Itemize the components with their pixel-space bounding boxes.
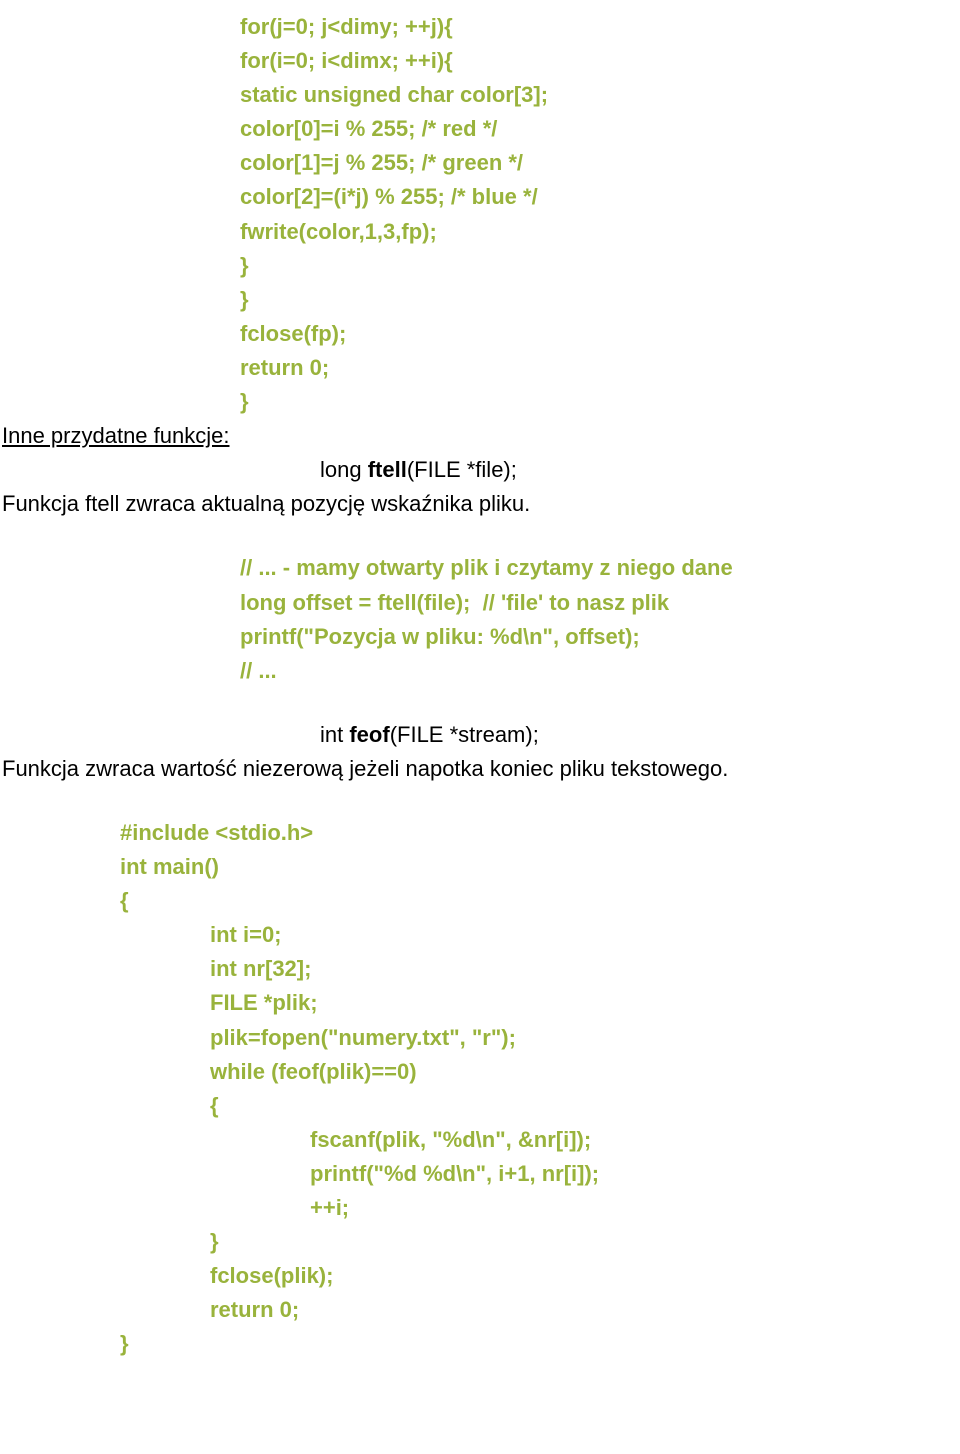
section-heading: Inne przydatne funkcje: [2,419,960,453]
code-line: color[0]=i % 255; /* red */ [240,112,960,146]
code-line: int main() [120,850,960,884]
function-signature-feof: int feof(FILE *stream); [320,718,960,752]
code-line: { [210,1089,960,1123]
code-line: } [120,1327,960,1361]
code-line: } [240,283,960,317]
code-line: FILE *plik; [210,986,960,1020]
code-line: color[1]=j % 255; /* green */ [240,146,960,180]
code-line: int i=0; [210,918,960,952]
sig-pre: long [320,457,368,482]
sig-func: feof [349,722,389,747]
code-line: #include <stdio.h> [120,816,960,850]
code-line: for(j=0; j<dimy; ++j){ [240,10,960,44]
code-line: printf("Pozycja w pliku: %d\n", offset); [240,620,960,654]
sig-post: (FILE *file); [407,457,517,482]
code-line: color[2]=(i*j) % 255; /* blue */ [240,180,960,214]
code-line: while (feof(plik)==0) [210,1055,960,1089]
code-line: { [120,884,960,918]
code-line: ++i; [310,1191,960,1225]
code-line: fscanf(plik, "%d\n", &nr[i]); [310,1123,960,1157]
sig-pre: int [320,722,349,747]
description-feof: Funkcja zwraca wartość niezerową jeżeli … [2,752,960,786]
code-line: int nr[32]; [210,952,960,986]
sig-func: ftell [368,457,407,482]
code-line: for(i=0; i<dimx; ++i){ [240,44,960,78]
code-line: } [240,385,960,419]
code-line: return 0; [240,351,960,385]
code-line: printf("%d %d\n", i+1, nr[i]); [310,1157,960,1191]
function-signature-ftell: long ftell(FILE *file); [320,453,960,487]
code-line: fclose(fp); [240,317,960,351]
code-line: // ... - mamy otwarty plik i czytamy z n… [240,551,960,585]
description-ftell: Funkcja ftell zwraca aktualną pozycję ws… [2,487,960,521]
code-line: // ... [240,654,960,688]
code-line: static unsigned char color[3]; [240,78,960,112]
sig-post: (FILE *stream); [390,722,539,747]
code-line: plik=fopen("numery.txt", "r"); [210,1021,960,1055]
code-line: long offset = ftell(file); // 'file' to … [240,586,960,620]
code-line: } [240,249,960,283]
code-line: fclose(plik); [210,1259,960,1293]
code-line: } [210,1225,960,1259]
code-line: return 0; [210,1293,960,1327]
code-line: fwrite(color,1,3,fp); [240,215,960,249]
